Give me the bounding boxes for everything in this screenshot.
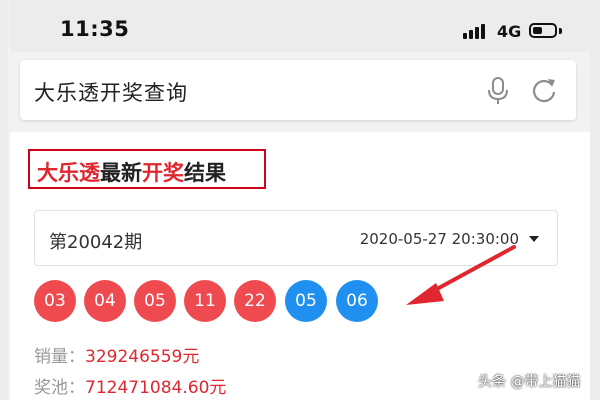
issue-number: 第20042期 [49,232,143,253]
red-ball: 22 [234,280,276,322]
pool-row: 奖池：712471084.60元 [34,373,226,398]
annotation-arrow-icon [406,245,516,305]
sales-row: 销量：329246559元 [34,342,199,367]
red-ball: 04 [84,280,126,322]
status-time: 11:35 [60,17,130,41]
title-part-result: 结果 [184,161,226,185]
refresh-icon[interactable] [530,76,558,104]
status-bar: 11:35 4G [10,0,590,52]
pool-value: 712471084.60元 [85,378,227,398]
right-frame [590,0,600,400]
red-ball: 05 [134,280,176,322]
signal-icon [463,23,489,39]
title-part-draw: 开奖 [142,161,184,185]
sales-label: 销量： [34,347,85,367]
blue-ball: 05 [285,280,327,322]
caret-down-icon[interactable] [529,236,539,242]
network-type: 4G [497,22,522,41]
result-title: 大乐透最新开奖结果 [28,149,266,189]
red-ball: 11 [184,280,226,322]
title-part-lottery: 大乐透 [37,161,100,185]
microphone-icon[interactable] [486,76,510,106]
pool-label: 奖池： [34,378,85,398]
left-frame [0,0,8,400]
red-ball: 03 [34,280,76,322]
watermark: 头条 @带上猫猫 [478,374,581,390]
sales-value: 329246559元 [85,347,200,367]
title-part-latest: 最新 [100,161,142,185]
battery-cap [559,28,562,34]
battery-icon [529,23,557,38]
search-bar[interactable]: 大乐透开奖查询 [20,60,576,120]
search-query[interactable]: 大乐透开奖查询 [34,77,188,107]
blue-ball: 06 [336,280,378,322]
